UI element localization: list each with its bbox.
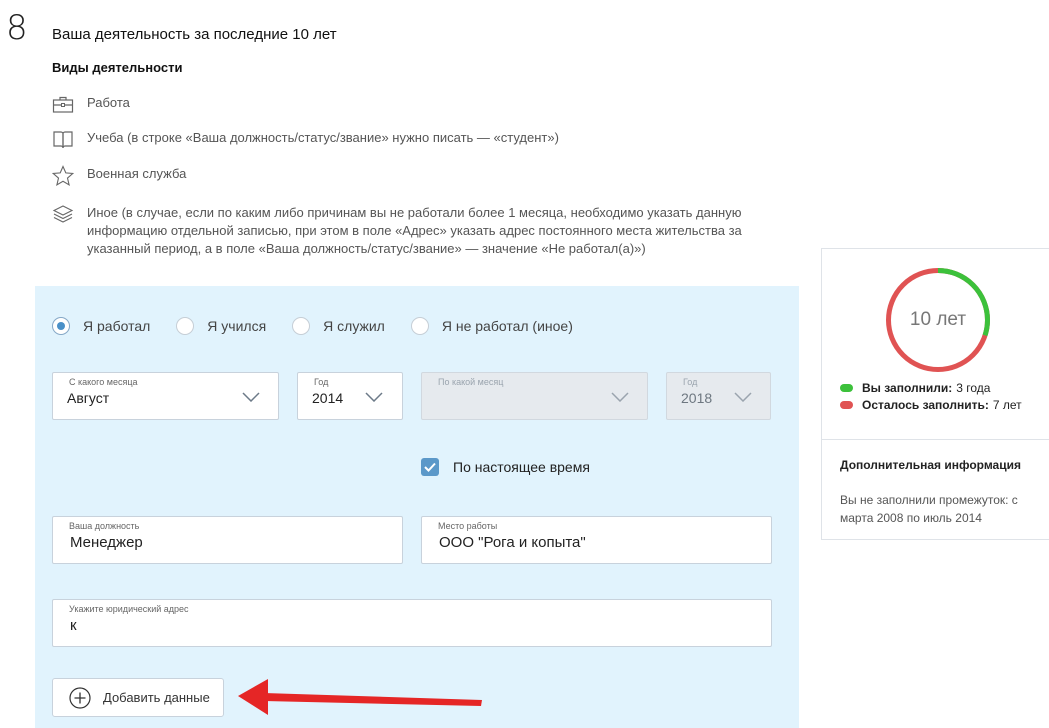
radio-served[interactable]: Я служил — [292, 317, 385, 335]
step-number: 8 — [6, 8, 28, 48]
activity-type-label: Работа — [87, 95, 130, 110]
field-caption: Место работы — [438, 521, 498, 531]
legend-label: Вы заполнили: — [862, 381, 953, 395]
legend-label: Осталось заполнить: — [862, 398, 989, 412]
activity-types-title: Виды деятельности — [52, 60, 183, 75]
card-divider — [822, 439, 1049, 440]
workplace-field[interactable]: Место работы ООО "Рога и копыта" — [421, 516, 772, 564]
add-data-label: Добавить данные — [103, 690, 210, 705]
field-caption: Укажите юридический адрес — [69, 604, 189, 614]
extra-info-text: Вы не заполнили промежуток: с марта 2008… — [840, 493, 1018, 525]
activity-type-label: Учеба (в строке «Ваша должность/статус/з… — [87, 130, 559, 145]
field-value: 2014 — [312, 390, 344, 406]
field-caption: Год — [683, 377, 698, 387]
position-field[interactable]: Ваша должность Менеджер — [52, 516, 403, 564]
radio-dot[interactable] — [176, 317, 195, 335]
legend-swatch — [840, 401, 853, 409]
check-icon — [424, 462, 436, 472]
radio-dot[interactable] — [52, 317, 70, 335]
section-title: Ваша деятельность за последние 10 лет — [52, 26, 337, 43]
add-data-button[interactable]: Добавить данные — [52, 678, 224, 717]
legend-value: 7 лет — [992, 398, 1022, 412]
activity-radio-group: Я работал Я учился Я служил Я не работал… — [52, 317, 599, 335]
field-value: ООО "Рога и копыта" — [439, 534, 586, 551]
activity-type-military: Военная служба — [52, 165, 186, 187]
book-icon — [53, 131, 73, 149]
field-value: Менеджер — [70, 534, 143, 551]
radio-label: Я служил — [323, 318, 385, 334]
extra-info-title: Дополнительная информация — [840, 458, 1021, 472]
checkbox-box[interactable] — [421, 458, 439, 476]
chevron-down-icon — [365, 392, 383, 402]
activity-type-label: Иное (в случае, если по каким либо причи… — [87, 205, 742, 256]
to-month-select[interactable]: По какой месяц — [421, 372, 648, 420]
field-caption: С какого месяца — [69, 377, 138, 387]
chevron-down-icon — [734, 392, 752, 402]
field-caption: Ваша должность — [69, 521, 140, 531]
progress-card: 10 лет Вы заполнили: 3 года Осталось зап… — [821, 248, 1049, 540]
legal-address-field[interactable]: Укажите юридический адрес к — [52, 599, 772, 647]
from-year-select[interactable]: Год 2014 — [297, 372, 403, 420]
legend-value: 3 года — [956, 381, 991, 395]
legend-swatch — [840, 384, 853, 392]
field-value: к — [70, 617, 77, 634]
progress-center-label: 10 лет — [909, 309, 967, 330]
radio-dot[interactable] — [292, 317, 311, 335]
chevron-down-icon — [242, 392, 260, 402]
from-month-select[interactable]: С какого месяца Август — [52, 372, 279, 420]
radio-not-worked[interactable]: Я не работал (иное) — [410, 317, 573, 335]
to-year-select[interactable]: Год 2018 — [666, 372, 771, 420]
red-arrow-annotation — [238, 679, 482, 715]
checkbox-label: По настоящее время — [453, 459, 590, 475]
activity-type-study: Учеба (в строке «Ваша должность/статус/з… — [52, 129, 559, 151]
activity-form-panel — [35, 286, 799, 728]
activity-type-other: Иное (в случае, если по каким либо причи… — [52, 204, 777, 258]
field-caption: По какой месяц — [438, 377, 504, 387]
present-time-checkbox[interactable]: По настоящее время — [421, 458, 590, 476]
plus-circle-icon — [69, 686, 91, 709]
briefcase-icon — [52, 96, 74, 113]
radio-label: Я работал — [83, 318, 151, 334]
field-value: 2018 — [681, 390, 713, 406]
field-value: Август — [67, 390, 110, 406]
activity-type-label: Военная служба — [87, 166, 187, 181]
layers-icon — [52, 205, 74, 223]
radio-studied[interactable]: Я учился — [176, 317, 266, 335]
legend-filled: Вы заполнили: 3 года — [840, 381, 990, 395]
star-icon — [52, 165, 74, 187]
field-caption: Год — [314, 377, 329, 387]
radio-label: Я учился — [207, 318, 267, 334]
radio-dot[interactable] — [410, 317, 429, 335]
radio-worked[interactable]: Я работал — [52, 317, 150, 335]
activity-type-work: Работа — [52, 94, 130, 116]
legend-remaining: Осталось заполнить: 7 лет — [840, 398, 1022, 412]
chevron-down-icon — [611, 392, 629, 402]
radio-label: Я не работал (иное) — [441, 318, 573, 334]
